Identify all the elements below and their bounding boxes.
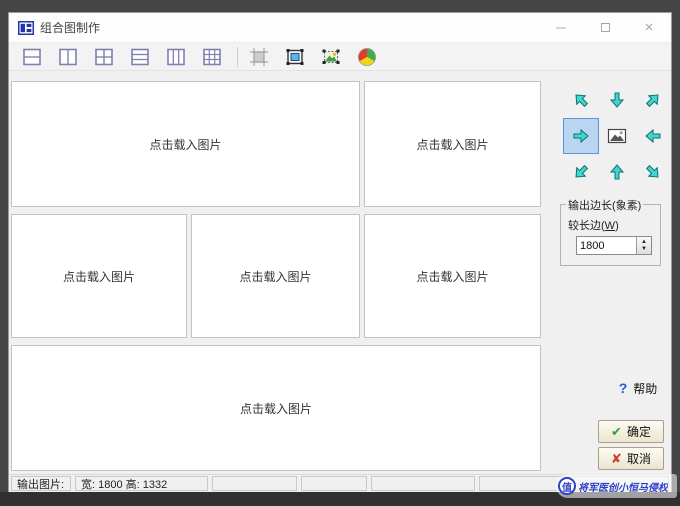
- ok-button[interactable]: ✔ 确定: [598, 420, 664, 443]
- arrow-down-left-icon: [575, 164, 589, 178]
- dir-right-button[interactable]: [563, 118, 599, 154]
- ok-label: 确定: [626, 425, 651, 439]
- dir-down-button[interactable]: [599, 82, 635, 118]
- image-cell-5[interactable]: 点击载入图片: [364, 214, 541, 338]
- border-frame-icon: [286, 48, 304, 65]
- placeholder-text: 点击载入图片: [416, 137, 489, 152]
- window-controls: ─ ×: [539, 13, 671, 42]
- color-wheel-button[interactable]: [356, 46, 378, 68]
- image-grid: 点击载入图片 点击载入图片 点击载入图片 点击载入图片 点击载入图片 点击载入图…: [11, 81, 541, 471]
- watermark-logo: 值: [558, 477, 576, 495]
- groupbox-title: 输出边长(象素): [566, 197, 644, 213]
- titlebar: 组合图制作 ─ ×: [9, 13, 671, 43]
- dir-center-preview: [599, 118, 635, 154]
- spin-down-icon: ▼: [641, 245, 647, 252]
- layout-3-columns-button[interactable]: [165, 46, 187, 68]
- help-label: 帮助: [633, 381, 658, 396]
- close-button[interactable]: ×: [627, 13, 671, 42]
- close-icon: ×: [644, 19, 654, 36]
- maximize-icon: [600, 23, 610, 32]
- image-selection-button[interactable]: [320, 46, 342, 68]
- image-cell-6[interactable]: 点击载入图片: [11, 345, 541, 471]
- help-button[interactable]: ? 帮助: [609, 379, 667, 397]
- direction-pad: [563, 82, 671, 190]
- layout-3-columns-icon: [167, 48, 185, 65]
- statusbar-output-label: 输出图片:: [11, 476, 71, 491]
- image-cell-4[interactable]: 点击载入图片: [191, 214, 360, 338]
- minimize-icon: ─: [556, 20, 566, 35]
- x-icon: ✘: [611, 450, 622, 466]
- border-frame-button[interactable]: [284, 46, 306, 68]
- output-size-groupbox: 输出边长(象素) 较长边(W) ▲ ▼: [560, 197, 661, 266]
- statusbar-size: 宽: 1800 高: 1332: [75, 476, 208, 491]
- crop-frame-button: [248, 46, 270, 68]
- watermark: 值 将军医创小恒马侵权: [556, 474, 677, 498]
- dir-up-button[interactable]: [599, 154, 635, 190]
- image-preview-icon: [607, 128, 627, 144]
- placeholder-text: 点击载入图片: [149, 137, 222, 152]
- dir-left-button[interactable]: [635, 118, 671, 154]
- arrow-down-icon: [609, 92, 625, 108]
- minimize-button[interactable]: ─: [539, 13, 583, 42]
- spin-up-icon: ▲: [641, 238, 647, 245]
- image-cell-1[interactable]: 点击载入图片: [11, 81, 360, 207]
- color-wheel-icon: [358, 47, 376, 66]
- longer-side-label: 较长边(W): [568, 220, 619, 232]
- placeholder-text: 点击载入图片: [239, 401, 312, 416]
- layout-2x2-grid-button[interactable]: [93, 46, 115, 68]
- watermark-text: 将军医创小恒马侵权: [578, 482, 668, 494]
- maximize-button[interactable]: [583, 13, 627, 42]
- toolbar-separator: [237, 46, 238, 67]
- longer-side-spinedit: ▲ ▼: [576, 236, 652, 255]
- dir-up-left-button[interactable]: [563, 82, 599, 118]
- placeholder-text: 点击载入图片: [416, 269, 489, 284]
- layout-2-columns-button[interactable]: [57, 46, 79, 68]
- layout-3-rows-icon: [131, 48, 149, 65]
- layout-3-rows-button[interactable]: [129, 46, 151, 68]
- layout-2-columns-icon: [59, 48, 77, 65]
- image-selection-icon: [322, 49, 340, 64]
- spin-buttons[interactable]: ▲ ▼: [636, 237, 651, 254]
- toolbar: [9, 43, 671, 71]
- image-cell-3[interactable]: 点击载入图片: [11, 214, 187, 338]
- arrow-up-left-icon: [575, 94, 589, 108]
- layout-3x3-grid-icon: [203, 48, 221, 65]
- layout-2-rows-button[interactable]: [21, 46, 43, 68]
- layout-2-rows-icon: [23, 48, 41, 65]
- statusbar-cell: [212, 476, 297, 491]
- cancel-label: 取消: [626, 452, 651, 466]
- dir-up-right-button[interactable]: [635, 82, 671, 118]
- arrow-up-right-icon: [645, 94, 659, 108]
- arrow-right-icon: [573, 128, 589, 144]
- arrow-up-icon: [609, 164, 625, 180]
- placeholder-text: 点击载入图片: [62, 269, 135, 284]
- help-icon: ?: [618, 380, 628, 396]
- layout-3x3-grid-button[interactable]: [201, 46, 223, 68]
- statusbar-cell: [371, 476, 475, 491]
- placeholder-text: 点击载入图片: [239, 269, 312, 284]
- dir-down-right-button[interactable]: [635, 154, 671, 190]
- dialog-body: 点击载入图片 点击载入图片 点击载入图片 点击载入图片 点击载入图片 点击载入图…: [9, 71, 671, 492]
- statusbar-cell: [301, 476, 367, 491]
- app-icon: [18, 20, 34, 35]
- longer-side-input[interactable]: [577, 237, 636, 254]
- layout-2x2-grid-icon: [95, 48, 113, 65]
- dir-down-left-button[interactable]: [563, 154, 599, 190]
- check-icon: ✔: [611, 423, 622, 439]
- dialog-window: 组合图制作 ─ × 点击载入图片 点击载入图片 点击载入图片 点击载入图片 点击…: [8, 12, 672, 492]
- image-cell-2[interactable]: 点击载入图片: [364, 81, 541, 207]
- crop-frame-disabled-icon: [250, 47, 268, 66]
- arrow-left-icon: [645, 128, 661, 144]
- window-title: 组合图制作: [40, 21, 101, 35]
- cancel-button[interactable]: ✘ 取消: [598, 447, 664, 470]
- arrow-down-right-icon: [645, 164, 659, 178]
